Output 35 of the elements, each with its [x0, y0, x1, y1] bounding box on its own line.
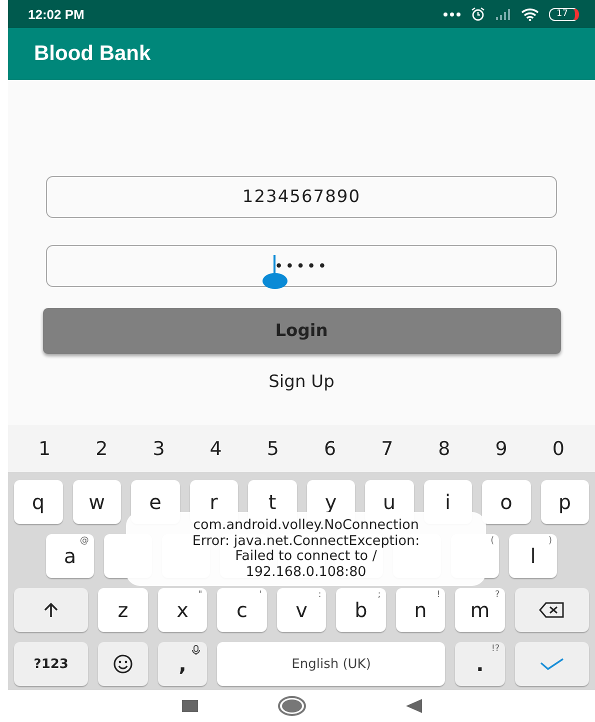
- key-letter: v: [296, 598, 308, 622]
- status-time: 12:02 PM: [28, 6, 84, 22]
- key-hint: !?: [491, 644, 500, 654]
- key-letter: z: [118, 598, 128, 622]
- key-letter: w: [88, 490, 105, 514]
- comma-character: ,: [178, 652, 186, 676]
- key-hint: :: [318, 590, 322, 600]
- key-hint: ?: [494, 590, 500, 600]
- app-title: Blood Bank: [34, 42, 151, 66]
- key-letter: l: [530, 544, 536, 568]
- key-letter: i: [444, 490, 451, 514]
- error-toast: com.android.volley.NoConnection Error: java.net.ConnectException: Failed to connect to / 192.168.0.108:80: [126, 512, 486, 586]
- key-hint: ): [548, 536, 552, 546]
- key-letter: p: [558, 490, 572, 514]
- key-letter: m: [470, 598, 490, 622]
- key-letter: b: [354, 598, 368, 622]
- key-letter: x: [176, 598, 188, 622]
- key-letter: u: [382, 490, 396, 514]
- key-letter: n: [414, 598, 427, 622]
- key-hint: ;: [378, 590, 381, 600]
- key-letter: c: [236, 598, 248, 622]
- key-letter: a: [64, 544, 76, 568]
- key-letter: y: [324, 490, 337, 514]
- key-hint: !: [436, 590, 440, 600]
- key-hint: ": [198, 590, 202, 600]
- key-letter: r: [210, 490, 218, 514]
- key-letter: q: [32, 490, 45, 514]
- period-character: .: [476, 652, 484, 676]
- key-hint: (: [490, 536, 494, 546]
- key-hint: ': [259, 590, 262, 600]
- battery-indicator: 17: [548, 8, 579, 20]
- key-letter: o: [500, 490, 512, 514]
- key-letter: t: [268, 490, 276, 514]
- key-hint: @: [80, 536, 89, 546]
- key-letter: e: [149, 490, 162, 514]
